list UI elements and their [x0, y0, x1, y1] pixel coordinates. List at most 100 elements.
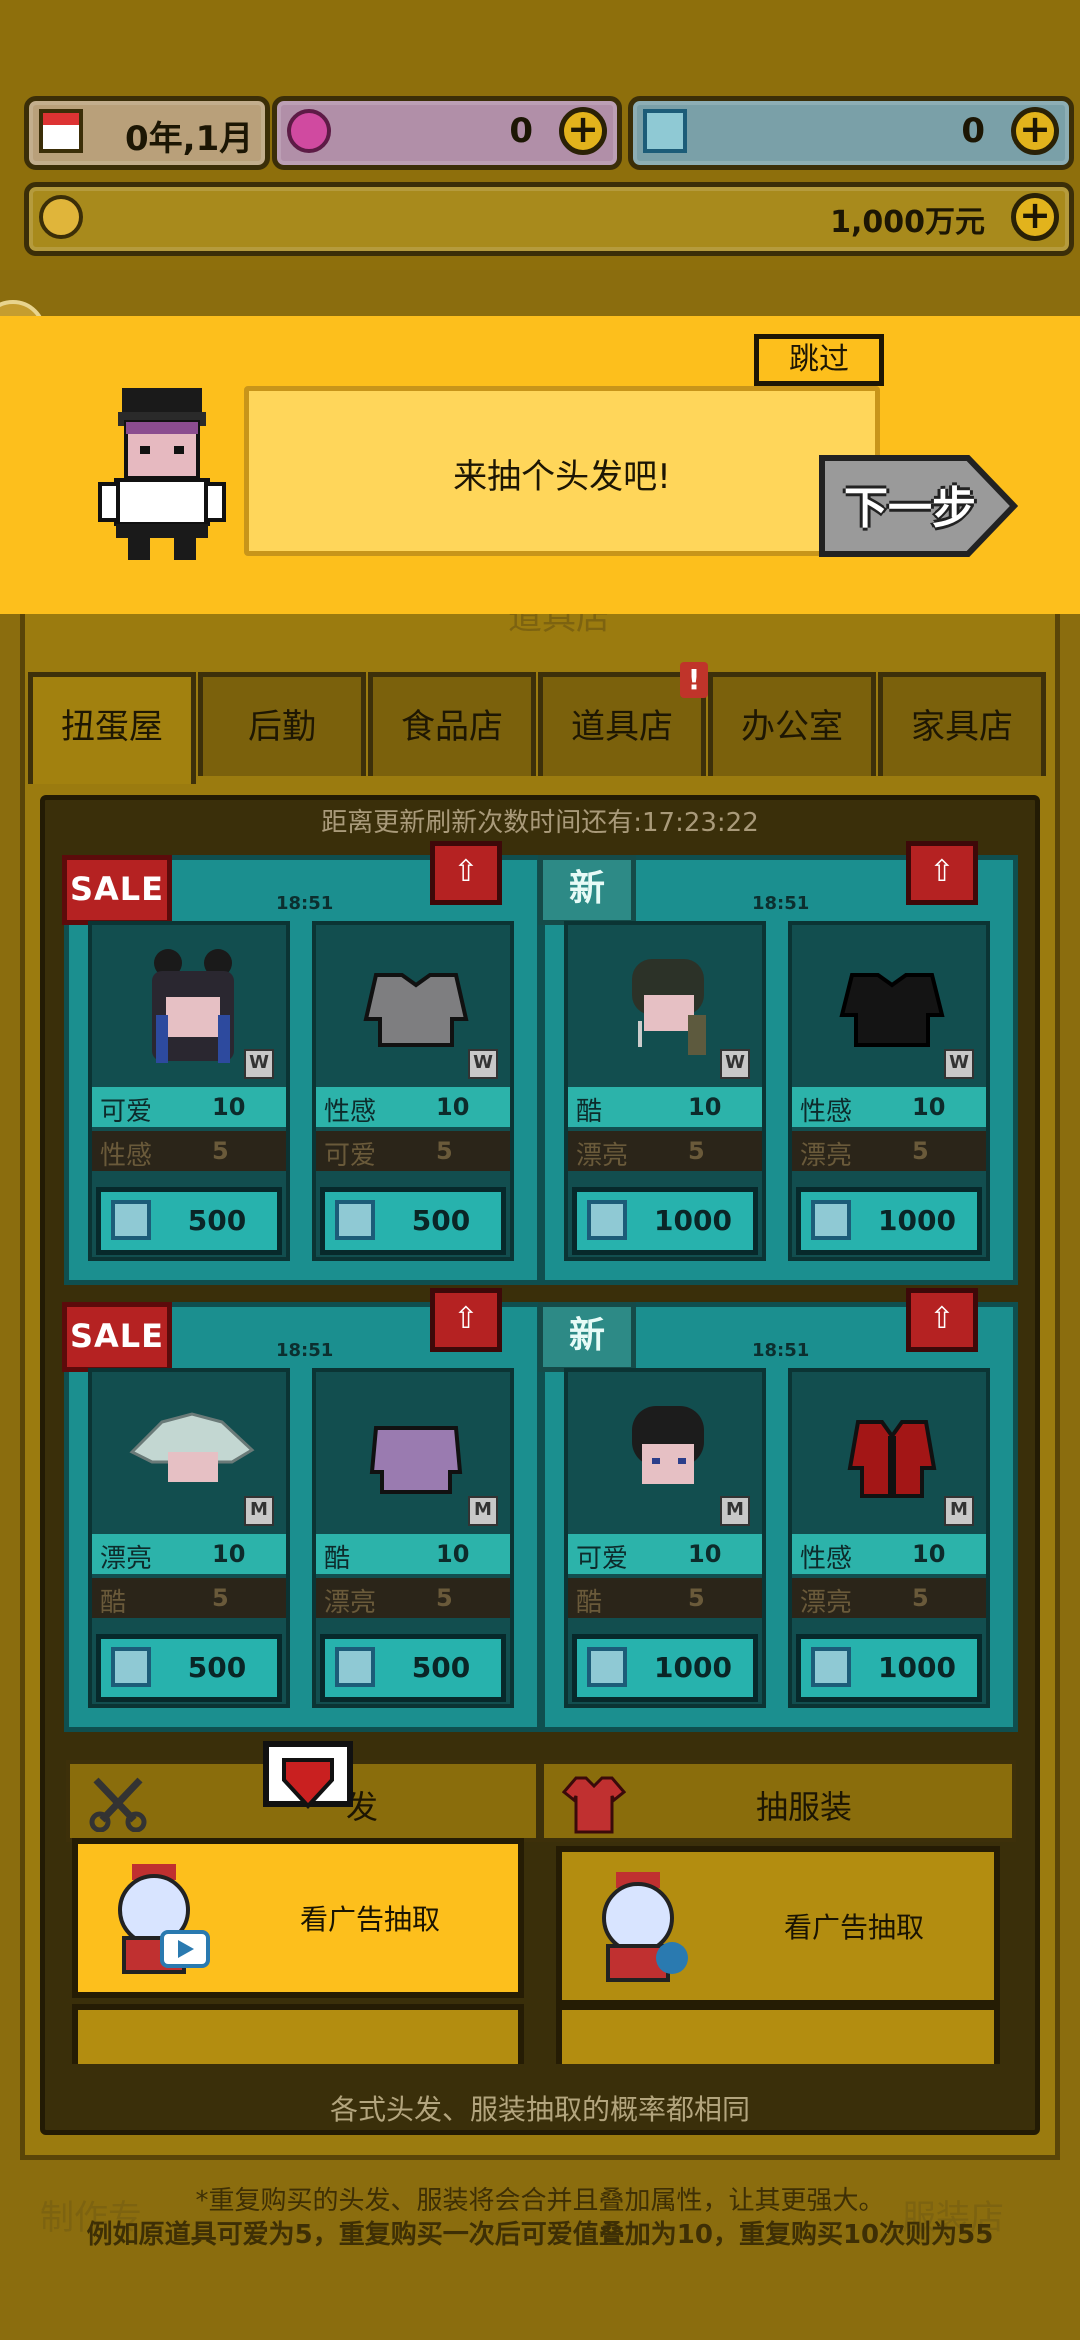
money-counter: 1,000万元 + — [24, 182, 1074, 256]
add-crystal-button[interactable]: + — [1011, 107, 1059, 155]
attribute-value: 5 — [212, 1137, 229, 1165]
crystal-icon — [811, 1647, 851, 1687]
tutorial-heart-pointer — [262, 1740, 354, 1830]
item-card[interactable]: M 酷 10 漂亮 5 500 — [312, 1368, 514, 1708]
primary-attribute: 酷 10 — [316, 1534, 510, 1574]
tutorial-speech-bubble: 来抽个头发吧! — [244, 386, 880, 556]
refresh-icon: ⇧ — [453, 854, 479, 889]
attribute-name: 漂亮 — [576, 1141, 629, 1171]
probability-note: 各式头发、服装抽取的概率都相同 — [329, 2093, 750, 2126]
buy-button[interactable]: 500 — [320, 1634, 506, 1702]
scissors-icon — [88, 1776, 148, 1833]
guide-character — [96, 382, 228, 562]
crystal-icon — [111, 1200, 151, 1240]
price-value: 500 — [187, 1204, 247, 1237]
gem-value: 0 — [509, 111, 533, 151]
shirt-icon — [561, 1774, 627, 1834]
tab-office[interactable]: 办公室 — [708, 672, 876, 776]
refresh-pack-button[interactable]: ⇧ — [906, 1288, 978, 1352]
next-step-label: 下一步 — [844, 483, 976, 534]
next-step-button[interactable]: 下一步 — [818, 454, 1018, 558]
pack-timer: 18:51 — [752, 893, 810, 914]
refresh-icon: ⇧ — [929, 1301, 955, 1336]
size-tag: W — [468, 1049, 498, 1079]
money-value: 1,000万元 — [830, 205, 985, 240]
size-tag: M — [720, 1496, 750, 1526]
buy-button[interactable]: 1000 — [796, 1634, 982, 1702]
attribute-name: 漂亮 — [800, 1588, 853, 1618]
attribute-value: 10 — [436, 1093, 470, 1121]
watch-ad-draw-hair-button[interactable]: 看广告抽取 — [72, 1838, 524, 1998]
tab-gacha[interactable]: 扭蛋屋 — [28, 672, 196, 784]
draw-clothes-tab[interactable]: 抽服装 — [540, 1760, 1016, 1842]
attribute-name: 性感 — [800, 1544, 853, 1574]
attribute-name: 性感 — [800, 1097, 853, 1127]
new-badge: 新 — [538, 1302, 636, 1372]
item-card[interactable]: M 漂亮 10 酷 5 500 — [88, 1368, 290, 1708]
price-value: 500 — [411, 1204, 471, 1237]
secondary-attribute: 酷5 — [568, 1578, 762, 1618]
buy-button[interactable]: 1000 — [796, 1187, 982, 1255]
crystal-icon — [111, 1647, 151, 1687]
draw-hair-option-2[interactable] — [72, 2004, 524, 2064]
tab-logistics[interactable]: 后勤 — [198, 672, 366, 776]
size-tag: M — [944, 1496, 974, 1526]
watch-ad-draw-clothes-button[interactable]: 看广告抽取 — [556, 1846, 1000, 2006]
attribute-name: 可爱 — [576, 1544, 629, 1574]
attribute-value: 5 — [212, 1584, 229, 1612]
buy-button[interactable]: 1000 — [572, 1634, 758, 1702]
price-value: 1000 — [654, 1204, 732, 1237]
item-image — [598, 945, 738, 1065]
tab-furniture-shop[interactable]: 家具店 — [878, 672, 1046, 776]
buy-button[interactable]: 500 — [96, 1187, 282, 1255]
primary-attribute: 性感 10 — [316, 1087, 510, 1127]
attribute-name: 酷 — [100, 1588, 127, 1618]
skip-button[interactable]: 跳过 — [754, 334, 884, 386]
attribute-value: 10 — [436, 1540, 470, 1568]
draw-clothes-label: 抽服装 — [756, 1788, 853, 1826]
crystal-icon — [587, 1200, 627, 1240]
buy-button[interactable]: 1000 — [572, 1187, 758, 1255]
item-card[interactable]: W 可爱 10 性感 5 500 — [88, 921, 290, 1261]
item-image — [346, 945, 486, 1065]
draw-clothes-option-2[interactable] — [556, 2004, 1000, 2064]
price-value: 1000 — [654, 1651, 732, 1684]
price-value: 1000 — [878, 1651, 956, 1684]
secondary-attribute: 性感 5 — [92, 1131, 286, 1171]
item-card[interactable]: M 可爱 10 酷 5 1000 — [564, 1368, 766, 1708]
item-card[interactable]: W 性感 10 可爱 5 500 — [312, 921, 514, 1261]
attribute-value: 5 — [688, 1584, 705, 1612]
primary-attribute: 性感 10 — [792, 1087, 986, 1127]
buy-button[interactable]: 500 — [320, 1187, 506, 1255]
item-card[interactable]: M 性感 10 漂亮 5 1000 — [788, 1368, 990, 1708]
attribute-name: 酷 — [324, 1544, 351, 1574]
gem-icon — [287, 109, 331, 153]
crystal-icon — [643, 109, 687, 153]
alert-badge: ! — [680, 662, 708, 698]
refresh-pack-button[interactable]: ⇧ — [430, 841, 502, 905]
attribute-value: 10 — [912, 1540, 946, 1568]
item-image — [822, 1392, 962, 1512]
attribute-name: 性感 — [324, 1097, 377, 1127]
item-card[interactable]: W 性感 10 漂亮 5 1000 — [788, 921, 990, 1261]
pack-timer: 18:51 — [276, 893, 334, 914]
secondary-attribute: 漂亮 5 — [568, 1131, 762, 1171]
add-money-button[interactable]: + — [1011, 193, 1059, 241]
crystal-counter: 0 + — [628, 96, 1074, 170]
item-card[interactable]: W 酷 10 漂亮 5 1000 — [564, 921, 766, 1261]
buy-button[interactable]: 500 — [96, 1634, 282, 1702]
refresh-pack-button[interactable]: ⇧ — [906, 841, 978, 905]
secondary-attribute: 漂亮 5 — [792, 1578, 986, 1618]
item-image — [346, 1392, 486, 1512]
add-gem-button[interactable]: + — [559, 107, 607, 155]
tab-food-shop[interactable]: 食品店 — [368, 672, 536, 776]
secondary-attribute: 漂亮 5 — [316, 1578, 510, 1618]
refresh-pack-button[interactable]: ⇧ — [430, 1288, 502, 1352]
attribute-value: 10 — [912, 1093, 946, 1121]
secondary-attribute: 漂亮 5 — [792, 1131, 986, 1171]
attribute-name: 酷 — [576, 1588, 603, 1618]
primary-attribute: 酷 10 — [568, 1087, 762, 1127]
attribute-value: 5 — [912, 1584, 929, 1612]
price-value: 500 — [411, 1651, 471, 1684]
repeat-purchase-note: *重复购买的头发、服装将会合并且叠加属性，让其更强大。 — [195, 2186, 885, 2216]
